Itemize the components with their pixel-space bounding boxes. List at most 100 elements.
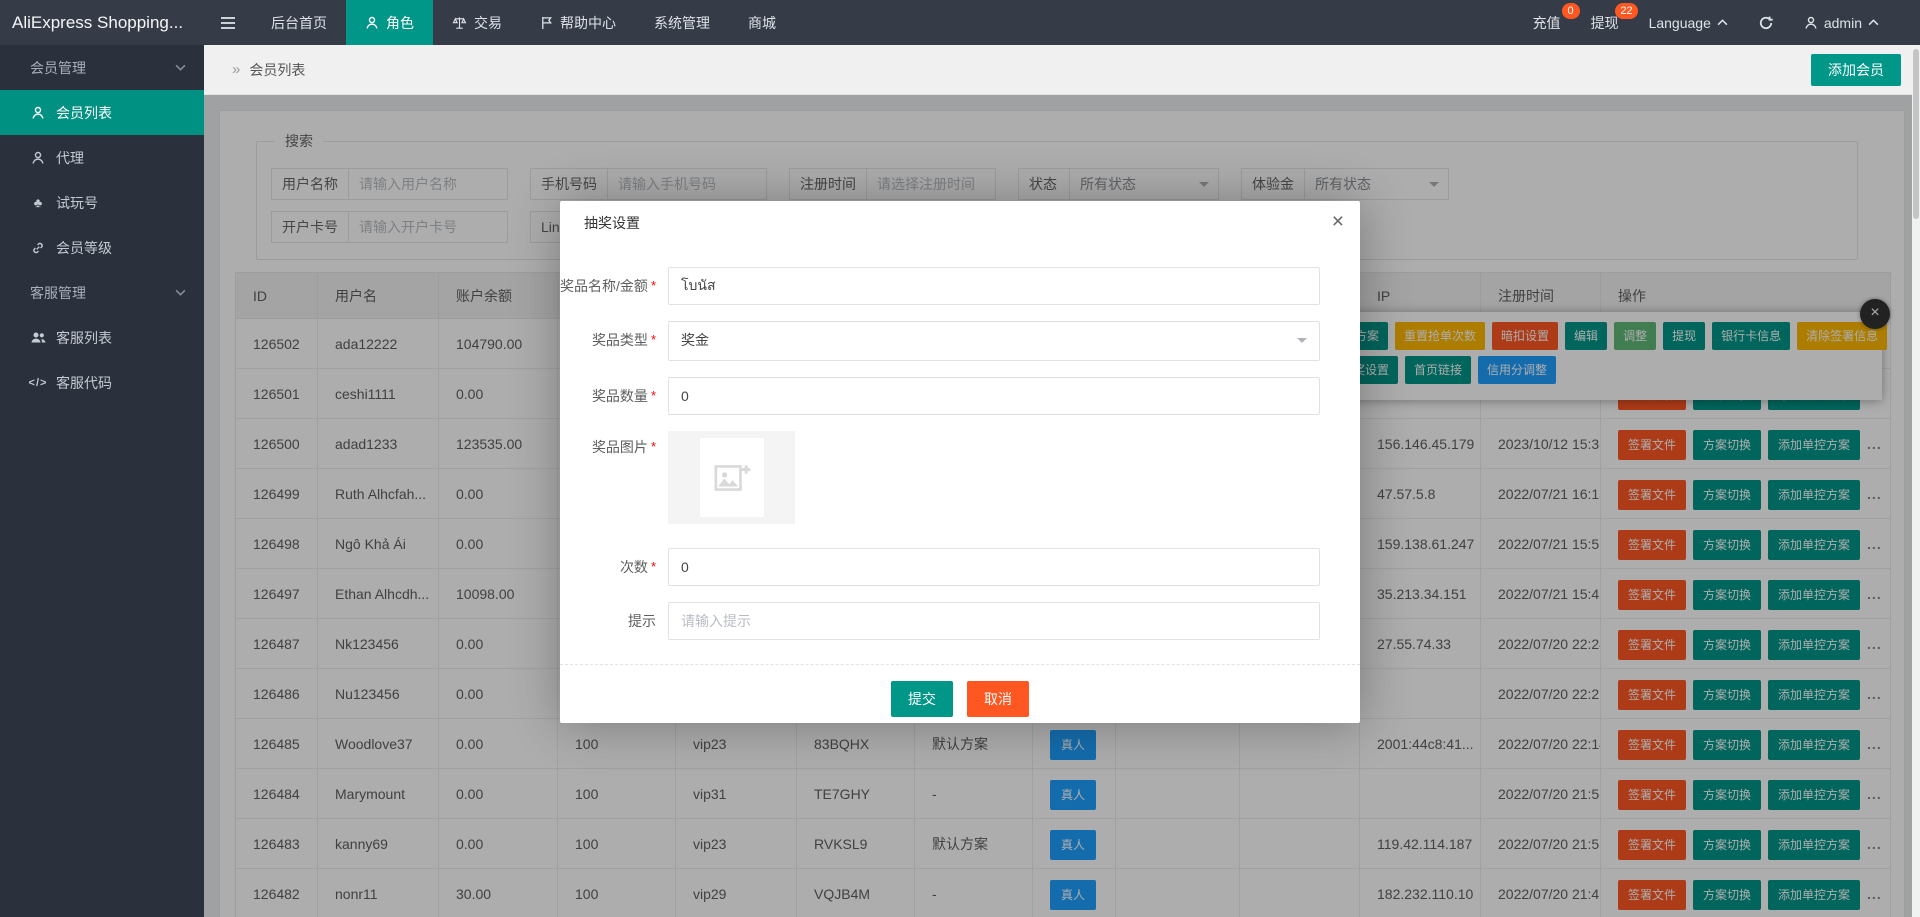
caret-down-icon (1297, 338, 1307, 348)
code-icon: </> (30, 377, 46, 389)
sidebar-group-label: 会员管理 (30, 58, 86, 78)
nav-item-label: 帮助中心 (560, 13, 616, 33)
nav-item-label: 后台首页 (271, 13, 327, 33)
sidebar-item[interactable]: ♣试玩号 (0, 180, 204, 225)
refresh-icon (1758, 15, 1774, 31)
sidebar-item[interactable]: 客服列表 (0, 315, 204, 360)
modal-form-row: 次数* (560, 548, 1320, 586)
refresh-button[interactable] (1743, 0, 1789, 45)
modal-input[interactable] (668, 377, 1320, 415)
nav-item-link[interactable]: 系统管理 (635, 0, 729, 45)
modal-form-row: 提示 (560, 602, 1320, 640)
sidebar-item[interactable]: 会员等级 (0, 225, 204, 270)
image-upload-box[interactable] (668, 431, 795, 524)
language-menu[interactable]: Language (1634, 0, 1743, 45)
required-asterisk: * (651, 439, 656, 454)
withdraw-menu[interactable]: 提现 22 (1576, 0, 1634, 45)
modal-field (668, 267, 1320, 305)
nav-item-link[interactable]: 交易 (433, 0, 521, 45)
sidebar-item-label: 会员等级 (56, 238, 112, 258)
topbar: AliExpress Shopping... 后台首页 角色 交易 帮助中心 系统管理 商… (0, 0, 1920, 45)
nav-item-label: 交易 (474, 13, 502, 33)
sidebar-item[interactable]: 会员列表 (0, 90, 204, 135)
modal-field-label: 提示 (560, 602, 656, 640)
modal-input[interactable] (668, 267, 1320, 305)
modal-footer: 提交 取消 (560, 681, 1360, 717)
breadcrumb-arrow-icon: » (232, 61, 240, 78)
modal-field-label-text: 提示 (628, 613, 656, 629)
required-asterisk: * (651, 559, 656, 574)
modal-field-label: 奖品数量* (560, 377, 656, 415)
modal-field-label: 奖品类型* (560, 321, 656, 361)
modal-input[interactable] (668, 602, 1320, 640)
scales-icon (452, 16, 467, 30)
sidebar-item-label: 会员列表 (56, 103, 112, 123)
recharge-menu[interactable]: 充值 0 (1518, 0, 1576, 45)
scrollbar-thumb[interactable] (1913, 49, 1919, 219)
image-upload-icon (712, 458, 752, 498)
nav-item-label: 商城 (748, 13, 776, 33)
nav-item-link[interactable]: 商城 (729, 0, 795, 45)
chevron-down-icon (175, 64, 186, 71)
withdraw-label: 提现 (1591, 13, 1619, 33)
sidebar-toggle-button[interactable] (204, 16, 252, 30)
modal-field-label-text: 次数 (620, 559, 648, 575)
nav-item-label: 系统管理 (654, 13, 710, 33)
modal-field (668, 431, 1320, 524)
modal-field (668, 602, 1320, 640)
chevron-up-icon (1868, 19, 1879, 26)
modal-body: 奖品名称/金额*奖品类型*奖金奖品数量*奖品图片*次数*提示 (560, 245, 1360, 640)
user-menu[interactable]: admin (1789, 0, 1894, 45)
modal-field-label-text: 奖品数量 (592, 388, 648, 404)
sidebar-item[interactable]: </> 客服代码 (0, 360, 204, 405)
breadcrumb-bar: » 会员列表 添加会员 (204, 45, 1920, 95)
modal-select-value: 奖金 (681, 332, 709, 348)
modal-field-label-text: 奖品类型 (592, 332, 648, 348)
sidebar-item-label: 试玩号 (56, 193, 98, 213)
sidebar-item[interactable]: 代理 (0, 135, 204, 180)
modal-field-label-text: 奖品名称/金额 (560, 278, 648, 294)
flag-icon (540, 16, 553, 30)
add-member-button[interactable]: 添加会员 (1811, 54, 1901, 86)
nav-item-link[interactable]: 后台首页 (252, 0, 346, 45)
sidebar-item-label: 客服列表 (56, 328, 112, 348)
person-icon (30, 106, 46, 120)
sidebar-group-label: 客服管理 (30, 283, 86, 303)
page-title: 会员列表 (249, 60, 305, 80)
modal-form-row: 奖品名称/金额* (560, 267, 1320, 305)
required-asterisk: * (651, 332, 656, 347)
person-icon (1804, 16, 1818, 30)
modal-input[interactable] (668, 548, 1320, 586)
app-logo: AliExpress Shopping... (0, 13, 204, 33)
sidebar-item-label: 代理 (56, 148, 84, 168)
nav-item-active[interactable]: 角色 (346, 0, 433, 45)
required-asterisk: * (651, 388, 656, 403)
scrollbar[interactable] (1912, 45, 1920, 917)
modal-field (668, 548, 1320, 586)
person-icon (30, 151, 46, 165)
modal-select[interactable]: 奖金 (668, 321, 1320, 361)
app: AliExpress Shopping... 后台首页 角色 交易 帮助中心 系统管理 商… (0, 0, 1920, 917)
sidebar-group-header[interactable]: 客服管理 (0, 270, 204, 315)
nav-item-label: 角色 (386, 13, 414, 33)
image-upload-placeholder (700, 438, 764, 517)
submit-button[interactable]: 提交 (891, 681, 953, 717)
lottery-settings-modal: 抽奖设置 × 奖品名称/金额*奖品类型*奖金奖品数量*奖品图片*次数*提示 提交… (560, 201, 1360, 723)
modal-title: 抽奖设置 (560, 201, 1360, 245)
cancel-button[interactable]: 取消 (967, 681, 1029, 717)
username-label: admin (1824, 15, 1862, 31)
nav-item-link[interactable]: 帮助中心 (521, 0, 635, 45)
hamburger-icon (220, 16, 236, 30)
modal-field-label: 奖品名称/金额* (560, 267, 656, 305)
main-nav: 后台首页 角色 交易 帮助中心 系统管理 商城 (252, 0, 795, 45)
people-icon (30, 331, 46, 344)
link-icon (30, 241, 46, 255)
recharge-label: 充值 (1533, 13, 1561, 33)
sidebar: 会员管理会员列表代理 ♣试玩号会员等级客服管理客服列表 </> 客服代码 (0, 45, 204, 917)
modal-field (668, 377, 1320, 415)
sidebar-item-label: 客服代码 (56, 373, 112, 393)
close-icon[interactable]: × (1332, 209, 1344, 235)
modal-divider (560, 664, 1360, 665)
modal-field-label-text: 奖品图片 (592, 439, 648, 455)
sidebar-group-header[interactable]: 会员管理 (0, 45, 204, 90)
